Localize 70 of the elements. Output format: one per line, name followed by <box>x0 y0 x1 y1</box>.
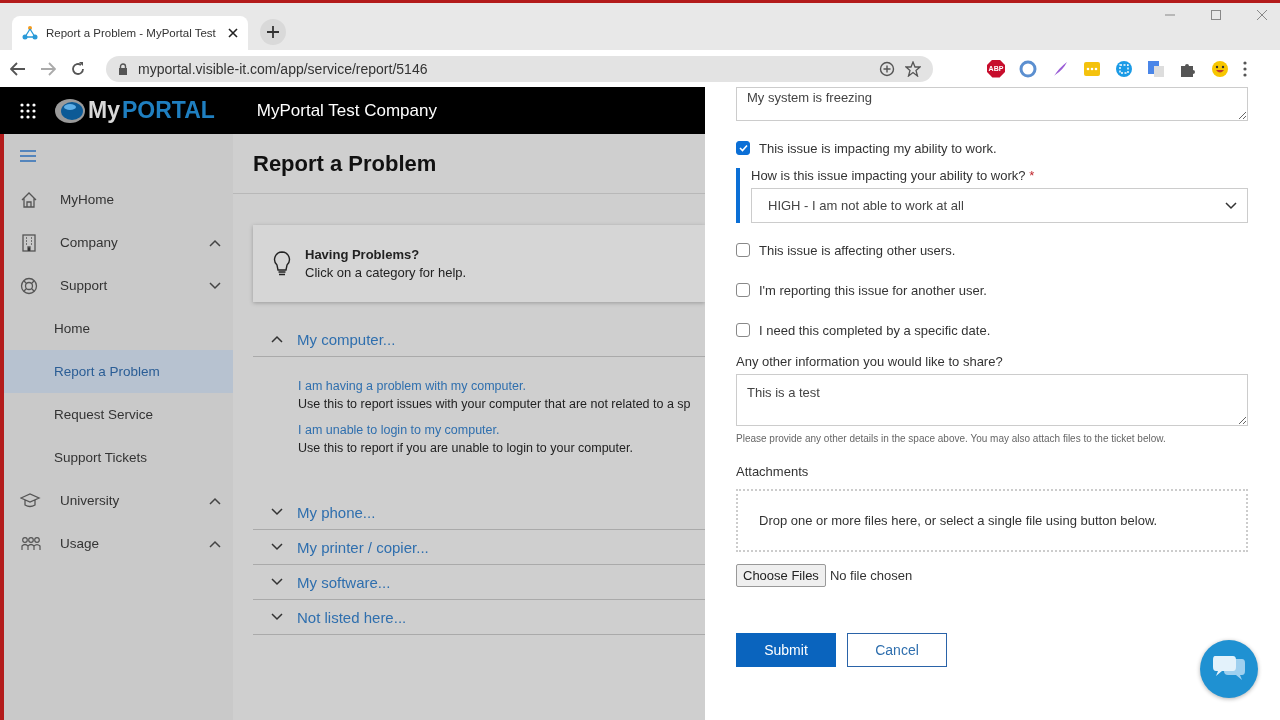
star-icon[interactable] <box>905 60 921 77</box>
sidebar-subitem[interactable]: Support Tickets <box>4 436 233 479</box>
plus-icon <box>267 26 279 38</box>
help-text: Click on a category for help. <box>305 265 467 280</box>
field-hint: Please provide any other details in the space above. You may also attach files to the ticket below. <box>736 433 1167 444</box>
chat-button[interactable] <box>1200 640 1258 698</box>
sidebar-subitem[interactable]: Report a Problem <box>4 350 233 393</box>
forward-icon[interactable] <box>40 61 56 76</box>
cancel-button[interactable]: Cancel <box>847 633 947 667</box>
field-label: Attachments <box>736 464 810 479</box>
checkbox[interactable] <box>736 283 750 297</box>
category-option-link[interactable]: I am unable to login to my computer. <box>298 423 705 437</box>
file-dropzone[interactable]: Drop one or more files here, or select a single file using button below. <box>736 489 1248 552</box>
apps-grid-icon[interactable] <box>20 102 36 119</box>
translate-extension-icon[interactable] <box>1147 59 1165 78</box>
chat-bubbles-icon <box>1212 655 1246 683</box>
sidebar-item[interactable]: MyHome <box>4 178 233 221</box>
close-icon[interactable] <box>228 28 238 38</box>
address-bar[interactable]: myportal.visible-it.com/app/service/report/5146 <box>106 55 933 82</box>
add-circle-icon[interactable] <box>879 60 895 77</box>
sidebar-subitem[interactable]: Home <box>4 307 233 350</box>
checkbox-label: I need this completed by a specific date. <box>759 322 991 338</box>
new-tab-button[interactable] <box>260 19 286 45</box>
reload-icon[interactable] <box>70 60 86 77</box>
company-name: MyPortal Test Company <box>256 100 437 121</box>
category-header[interactable]: My phone... <box>253 495 705 530</box>
field-label: How is this issue impacting your ability to work? * <box>751 168 1036 183</box>
people-icon <box>20 534 42 553</box>
smiley-extension-icon[interactable] <box>1211 59 1229 78</box>
lock-icon <box>118 62 128 75</box>
category-option-link[interactable]: I am having a problem with my computer. <box>298 379 705 393</box>
impact-dropdown[interactable]: HIGH - I am not able to work at all <box>751 188 1248 223</box>
help-title: Having Problems? <box>305 247 421 262</box>
lightbulb-icon <box>273 250 291 277</box>
maximize-icon[interactable] <box>1210 9 1222 21</box>
dots-extension-icon[interactable] <box>1083 59 1101 78</box>
tab-favicon-icon <box>22 25 38 41</box>
file-status: No file chosen <box>829 568 913 583</box>
text-area[interactable]: This is a test <box>736 374 1248 426</box>
graduation-cap-icon <box>20 491 42 510</box>
checkbox[interactable] <box>736 323 750 337</box>
checkbox[interactable] <box>736 141 750 155</box>
more-menu-icon[interactable] <box>1243 60 1247 77</box>
ring-extension-icon[interactable] <box>1019 59 1037 78</box>
sidebar-item[interactable]: Company <box>4 221 233 264</box>
required-mark: * <box>1029 168 1035 183</box>
checkbox[interactable] <box>736 243 750 257</box>
sidebar-subitem[interactable]: Request Service <box>4 393 233 436</box>
selection-extension-icon[interactable] <box>1115 59 1133 78</box>
submit-button[interactable]: Submit <box>736 633 836 667</box>
option-description: Use this to report if you are unable to login to your computer. <box>298 441 634 455</box>
text-area[interactable]: My system is freezing <box>736 87 1248 121</box>
myportal-logo[interactable]: MyPORTAL <box>54 97 215 124</box>
option-description: Use this to report issues with your computer that are not related to a sp <box>298 397 692 411</box>
globe-icon <box>54 97 86 124</box>
back-icon[interactable] <box>10 61 26 76</box>
check-icon <box>738 144 748 152</box>
sidebar-item[interactable]: Usage <box>4 522 233 565</box>
sidebar-item[interactable]: University <box>4 479 233 522</box>
checkbox-label: This issue is impacting my ability to work. <box>759 140 997 156</box>
caret-icon <box>1225 201 1237 210</box>
checkbox-label: This issue is affecting other users. <box>759 242 956 258</box>
choose-files-button[interactable]: Choose Files <box>736 564 826 587</box>
browser-tab[interactable]: Report a Problem - MyPortal Test <box>12 16 248 50</box>
sidebar-item[interactable]: Support <box>4 264 233 307</box>
feather-extension-icon[interactable] <box>1051 59 1069 78</box>
url-text: myportal.visible-it.com/app/service/report/5146 <box>138 60 429 77</box>
menu-icon[interactable] <box>20 149 36 163</box>
checkbox-label: I'm reporting this issue for another user. <box>759 282 987 298</box>
field-label: Any other information you would like to share? <box>736 354 1004 369</box>
